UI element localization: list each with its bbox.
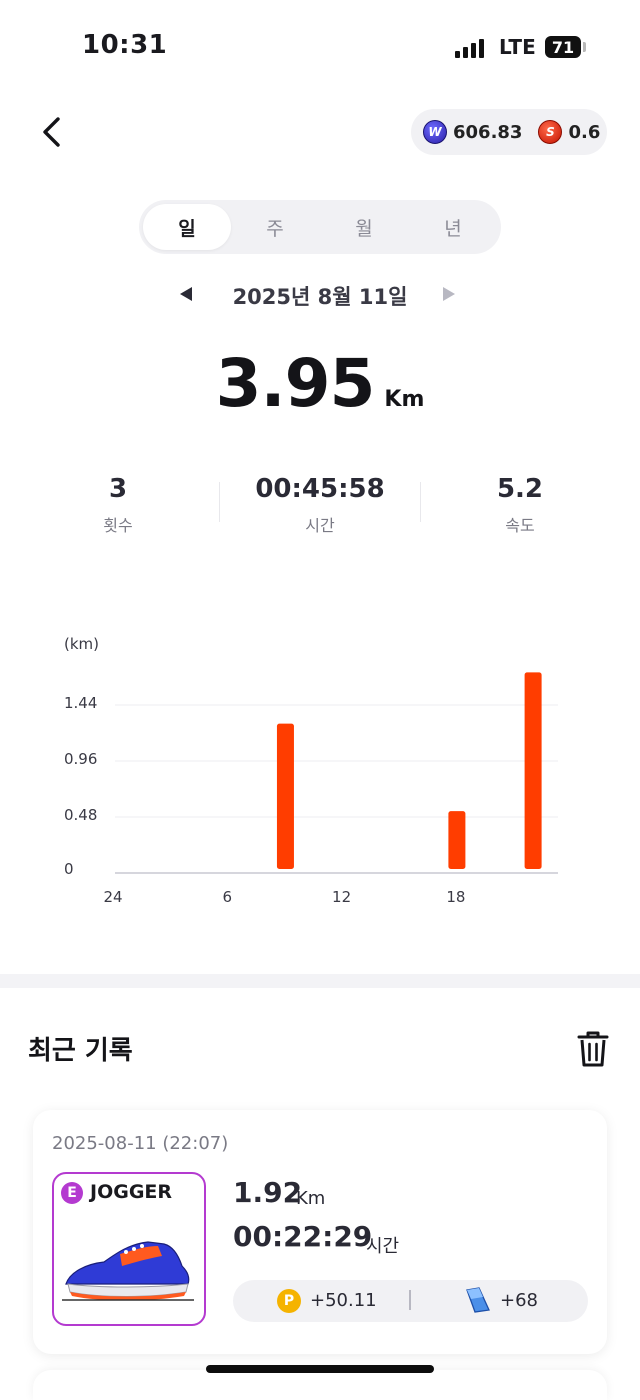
distance-chart: (km) 1.44 0.96 0.48 0 24 6 12 18	[64, 635, 558, 906]
w-coin-icon: W	[423, 120, 447, 144]
reward-tiles: +68	[500, 1290, 538, 1311]
record-distance: 1.92	[233, 1176, 303, 1209]
battery-tip	[583, 42, 586, 52]
home-indicator	[206, 1365, 434, 1373]
reward-points: +50.11	[310, 1290, 377, 1311]
record-time-unit: 시간	[366, 1236, 400, 1257]
stat-speed-value: 5.2	[496, 474, 544, 504]
tab-month[interactable]: 월	[320, 204, 408, 250]
chart-bar-9[interactable]	[276, 723, 294, 869]
y-tick-label: 1.44	[64, 694, 97, 712]
point-coin-icon: P	[277, 1289, 301, 1313]
y-tick-label: 0.96	[64, 750, 97, 768]
grade-badge-icon: E	[61, 1182, 83, 1204]
stat-speed-label: 속도	[505, 516, 535, 535]
w-token-value: 606.83	[453, 121, 523, 143]
chart-bar-18[interactable]	[448, 811, 466, 869]
record-distance-unit: Km	[296, 1188, 326, 1209]
x-tick-label: 6	[223, 888, 233, 906]
stat-time-label: 시간	[305, 516, 335, 535]
stat-count-value: 3	[108, 474, 128, 504]
grade-label: JOGGER	[90, 1181, 173, 1203]
y-tick-label: 0	[64, 860, 74, 878]
network-label: LTE	[499, 35, 536, 59]
running-shoe-icon	[62, 1241, 194, 1301]
status-time: 10:31	[82, 30, 168, 60]
y-tick-label: 0.48	[64, 806, 97, 824]
tab-week[interactable]: 주	[231, 204, 319, 250]
period-tabs: 일 주 월 년	[139, 200, 501, 254]
tab-day[interactable]: 일	[143, 204, 231, 250]
date-label: 2025년 8월 11일	[232, 285, 408, 309]
back-icon[interactable]	[38, 112, 68, 152]
stat-count-label: 횟수	[103, 516, 133, 535]
x-tick-label: 24	[103, 888, 122, 906]
section-separator	[0, 974, 640, 988]
record-time: 00:22:29	[233, 1220, 373, 1253]
s-coin-icon: S	[538, 120, 563, 144]
total-distance: 3.95	[215, 345, 376, 422]
battery-icon: 71	[545, 36, 581, 58]
distance-unit: Km	[384, 387, 425, 412]
signal-icon	[455, 38, 484, 58]
stat-time-value: 00:45:58	[255, 474, 385, 504]
trash-icon[interactable]	[576, 1030, 610, 1068]
stat-time: 00:45:58 시간	[220, 474, 420, 536]
x-tick-label: 12	[332, 888, 351, 906]
stat-speed: 5.2 속도	[420, 474, 620, 536]
reward-divider	[409, 1290, 411, 1310]
distance-summary: 3.95 Km	[0, 345, 640, 422]
record-card-next[interactable]	[33, 1370, 607, 1400]
next-date-icon[interactable]	[443, 287, 455, 301]
s-token-value: 0.6	[568, 121, 601, 143]
x-tick-label: 18	[446, 888, 465, 906]
chart-ylabel: (km)	[64, 635, 99, 653]
recent-title: 최근 기록	[28, 1036, 133, 1066]
tab-year[interactable]: 년	[409, 204, 497, 250]
stat-count: 3 횟수	[18, 474, 218, 536]
map-tile-icon	[466, 1287, 490, 1313]
record-datetime: 2025-08-11 (22:07)	[52, 1133, 229, 1154]
prev-date-icon[interactable]	[180, 287, 192, 301]
token-balance[interactable]: W 606.83 S 0.6	[411, 109, 607, 155]
chart-bar-22[interactable]	[524, 672, 542, 869]
